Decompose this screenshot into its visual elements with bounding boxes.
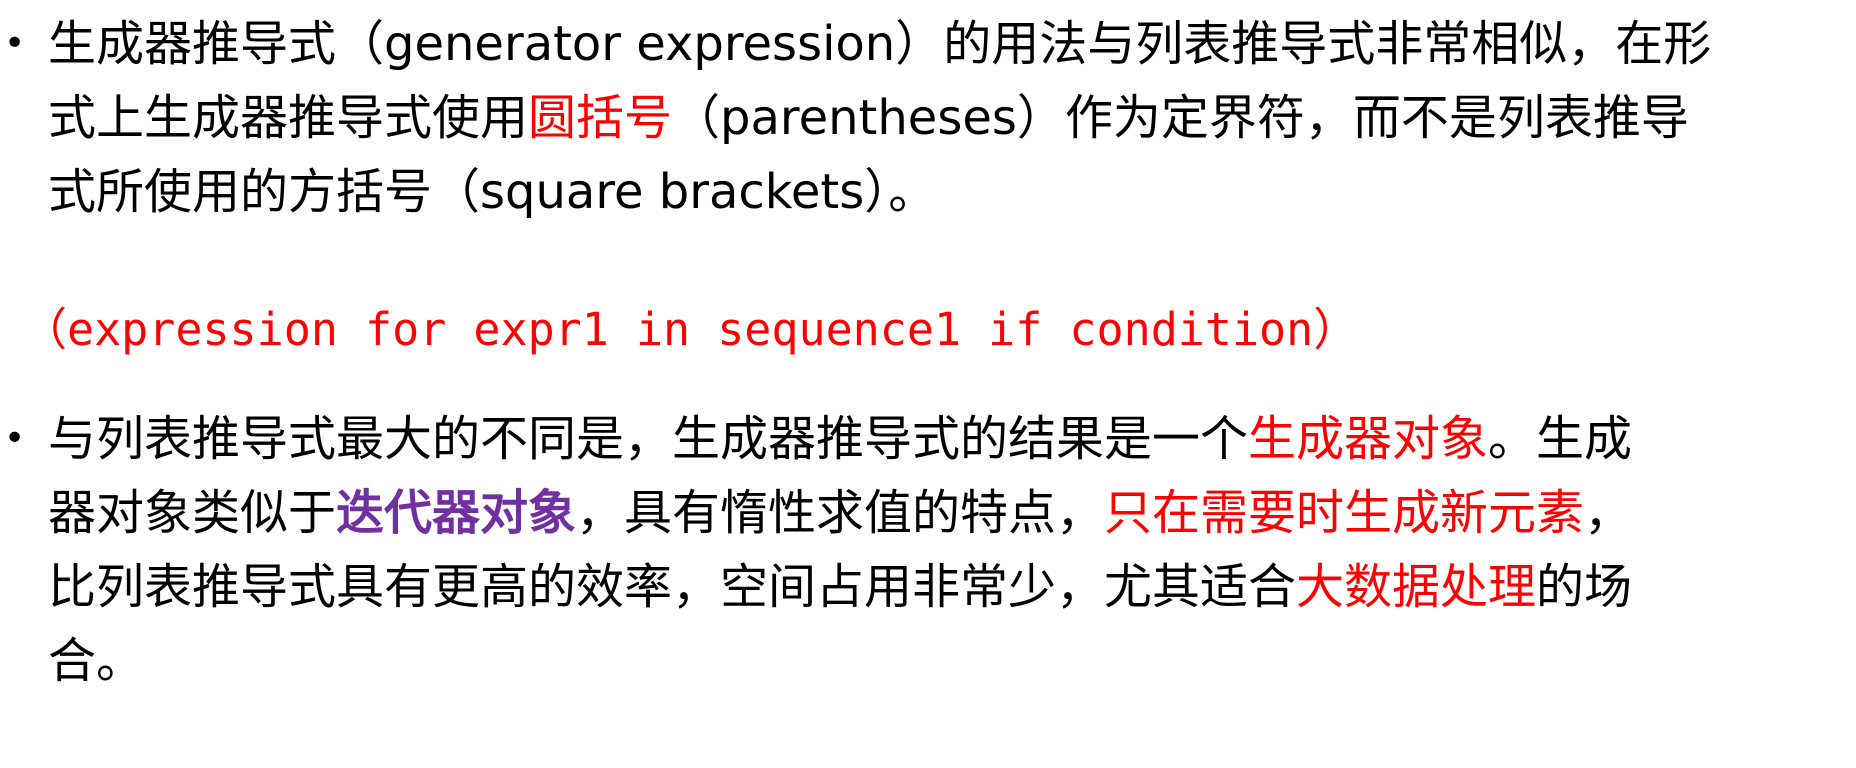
text-segment: 。生成 [1488,411,1633,467]
highlight-lazy-generation: 只在需要时生成新元素 [1104,485,1585,541]
syntax-code-line: （expression for expr1 in sequence1 if co… [22,303,1359,356]
paragraph-line: 合。 [48,617,144,705]
highlight-iterator-object: 迭代器对象 [336,485,577,541]
highlight-parentheses: 圆括号 [528,90,673,146]
text-segment: 比列表推导式具有更高的效率，空间占用非常少，尤其适合 [48,559,1297,615]
bullet-marker: • [4,23,26,64]
text-segment: 生成器推导式（generator expression）的用法与列表推导式非常相… [48,16,1712,72]
text-segment: 式所使用的方括号（square brackets）。 [48,164,937,220]
paragraph-line: 比列表推导式具有更高的效率，空间占用非常少，尤其适合大数据处理的场 [48,543,1632,631]
text-segment: 式上生成器推导式使用 [48,90,529,146]
text-segment: ， [1584,485,1633,541]
highlight-big-data: 大数据处理 [1296,559,1537,615]
text-segment: 与列表推导式最大的不同是，生成器推导式的结果是一个 [48,411,1249,467]
highlight-generator-object: 生成器对象 [1248,411,1489,467]
text-segment: 器对象类似于 [48,485,337,541]
text-segment: （parentheses）作为定界符，而不是列表推导 [672,90,1689,146]
text-segment: 合。 [48,633,145,689]
bullet-marker: • [4,418,26,459]
text-segment: 的场 [1536,559,1633,615]
paragraph-line: 式所使用的方括号（square brackets）。 [48,148,936,236]
text-segment: ，具有惰性求值的特点， [576,485,1105,541]
